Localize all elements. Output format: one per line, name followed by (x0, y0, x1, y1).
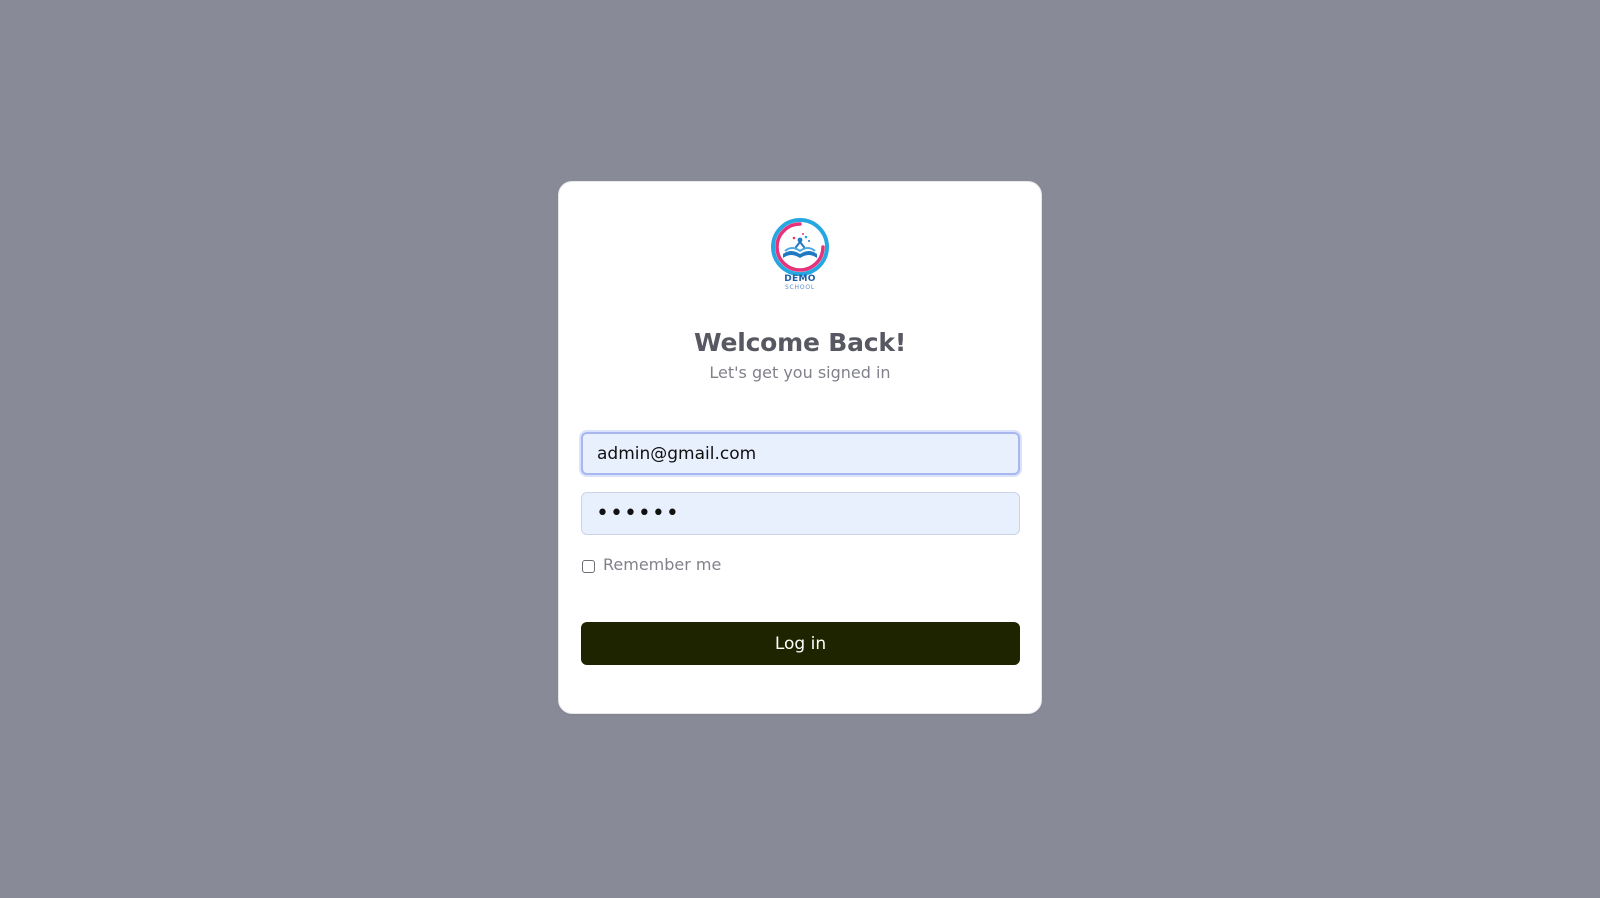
remember-me-row[interactable]: Remember me (581, 553, 721, 577)
page-title: Welcome Back! (693, 328, 907, 357)
page-subtitle: Let's get you signed in (709, 363, 891, 382)
password-field[interactable] (581, 492, 1020, 535)
logo-wordmark-bottom: SCHOOL (784, 284, 816, 291)
open-book-logo-icon (771, 218, 829, 276)
remember-me-label: Remember me (603, 555, 722, 574)
logo-wordmark-top: DEMO (784, 274, 816, 284)
school-logo: DEMO SCHOOL (559, 216, 1041, 294)
login-card: DEMO SCHOOL Welcome Back! Let's get you … (558, 181, 1042, 714)
email-field[interactable] (581, 432, 1020, 475)
remember-me-checkbox[interactable] (582, 560, 595, 573)
login-button[interactable]: Log in (581, 622, 1020, 665)
